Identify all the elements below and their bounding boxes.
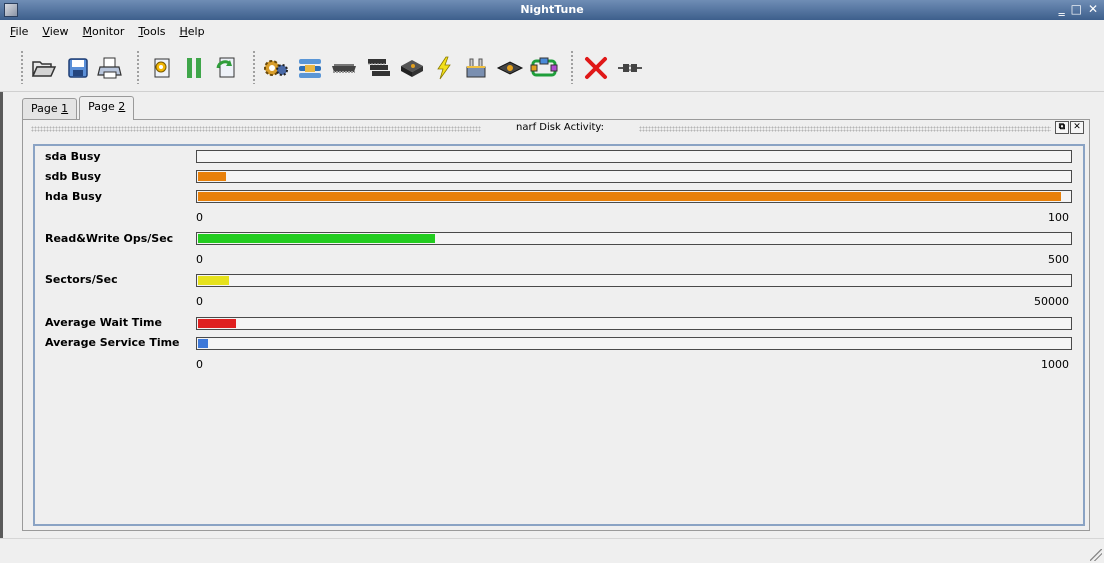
save-icon[interactable]: [64, 54, 92, 82]
scale-min-label: 0: [196, 295, 203, 308]
scale-min-label: 0: [196, 253, 203, 266]
resize-grip[interactable]: [1090, 549, 1102, 561]
toolbar-grip[interactable]: [136, 50, 140, 84]
metric-label: hda Busy: [45, 190, 102, 203]
print-icon[interactable]: [96, 54, 124, 82]
network-device-icon[interactable]: [462, 54, 490, 82]
bar-fill: [198, 192, 1061, 201]
interrupt-bolt-icon[interactable]: [430, 54, 458, 82]
toolbar: [0, 44, 1104, 92]
sectors-per-sec-bar: [196, 274, 1072, 287]
menu-monitor[interactable]: Monitor: [77, 20, 133, 44]
close-icon[interactable]: ✕: [1088, 2, 1098, 16]
memory-chip-icon[interactable]: [330, 54, 358, 82]
panel-drag-handle[interactable]: [31, 126, 481, 132]
panel-header[interactable]: narf Disk Activity: ⧉ ✕: [31, 121, 1084, 135]
device-disk-icon[interactable]: [496, 54, 524, 82]
settings-sheet-icon[interactable]: [148, 54, 176, 82]
connect-icon[interactable]: [616, 54, 644, 82]
window-border: [0, 20, 3, 563]
bar-fill: [198, 276, 229, 285]
scale-max-label: 100: [1048, 211, 1069, 224]
swap-icon[interactable]: [530, 54, 558, 82]
metric-label: Average Service Time: [45, 336, 180, 349]
toolbar-grip[interactable]: [20, 50, 24, 84]
disk-activity-panel: sda Busy sdb Busy hda Busy 0 100 Read&Wr…: [33, 144, 1085, 526]
menu-tools[interactable]: Tools: [132, 20, 173, 44]
network-stack-icon[interactable]: [364, 54, 392, 82]
sda-busy-bar: [196, 150, 1072, 163]
menu-help[interactable]: Help: [173, 20, 212, 44]
bar-fill: [198, 319, 236, 328]
menu-file[interactable]: File: [4, 20, 36, 44]
metric-label: sda Busy: [45, 150, 101, 163]
avg-service-time-bar: [196, 337, 1072, 350]
close-red-icon[interactable]: [582, 54, 610, 82]
tab-bar: Page 1 Page 2: [22, 96, 136, 120]
process-list-icon[interactable]: [296, 54, 324, 82]
disk-icon[interactable]: [398, 54, 426, 82]
bar-fill: [198, 234, 435, 243]
metric-label: Read&Write Ops/Sec: [45, 232, 174, 245]
scale-min-label: 0: [196, 358, 203, 371]
tab-page-2[interactable]: Page 2: [79, 96, 135, 120]
status-bar: [0, 538, 1104, 563]
minimize-icon[interactable]: ‗: [1059, 2, 1065, 16]
metric-label: Average Wait Time: [45, 316, 162, 329]
bar-fill: [198, 172, 226, 181]
toolbar-grip[interactable]: [570, 50, 574, 84]
menu-bar: File View Monitor Tools Help: [0, 20, 1104, 44]
reload-sheet-icon[interactable]: [212, 54, 240, 82]
pause-icon[interactable]: [180, 54, 208, 82]
panel-title: narf Disk Activity:: [485, 122, 635, 133]
close-panel-icon[interactable]: ✕: [1070, 121, 1084, 134]
sdb-busy-bar: [196, 170, 1072, 183]
bar-fill: [198, 339, 208, 348]
float-panel-icon[interactable]: ⧉: [1055, 121, 1069, 134]
open-folder-icon[interactable]: [30, 54, 58, 82]
scale-max-label: 1000: [1041, 358, 1069, 371]
scale-min-label: 0: [196, 211, 203, 224]
menu-view[interactable]: View: [36, 20, 76, 44]
window-title: NightTune: [520, 3, 584, 16]
ops-per-sec-bar: [196, 232, 1072, 245]
scale-max-label: 50000: [1034, 295, 1069, 308]
cpu-gears-icon[interactable]: [262, 54, 290, 82]
panel-drag-handle[interactable]: [639, 126, 1051, 132]
tab-page-1[interactable]: Page 1: [22, 98, 78, 120]
metric-label: Sectors/Sec: [45, 273, 118, 286]
tab-content: narf Disk Activity: ⧉ ✕ sda Busy sdb Bus…: [22, 119, 1090, 531]
metric-label: sdb Busy: [45, 170, 102, 183]
title-bar: NightTune ‗ □ ✕: [0, 0, 1104, 20]
hda-busy-bar: [196, 190, 1072, 203]
maximize-icon[interactable]: □: [1071, 2, 1082, 16]
toolbar-grip[interactable]: [252, 50, 256, 84]
avg-wait-time-bar: [196, 317, 1072, 330]
scale-max-label: 500: [1048, 253, 1069, 266]
